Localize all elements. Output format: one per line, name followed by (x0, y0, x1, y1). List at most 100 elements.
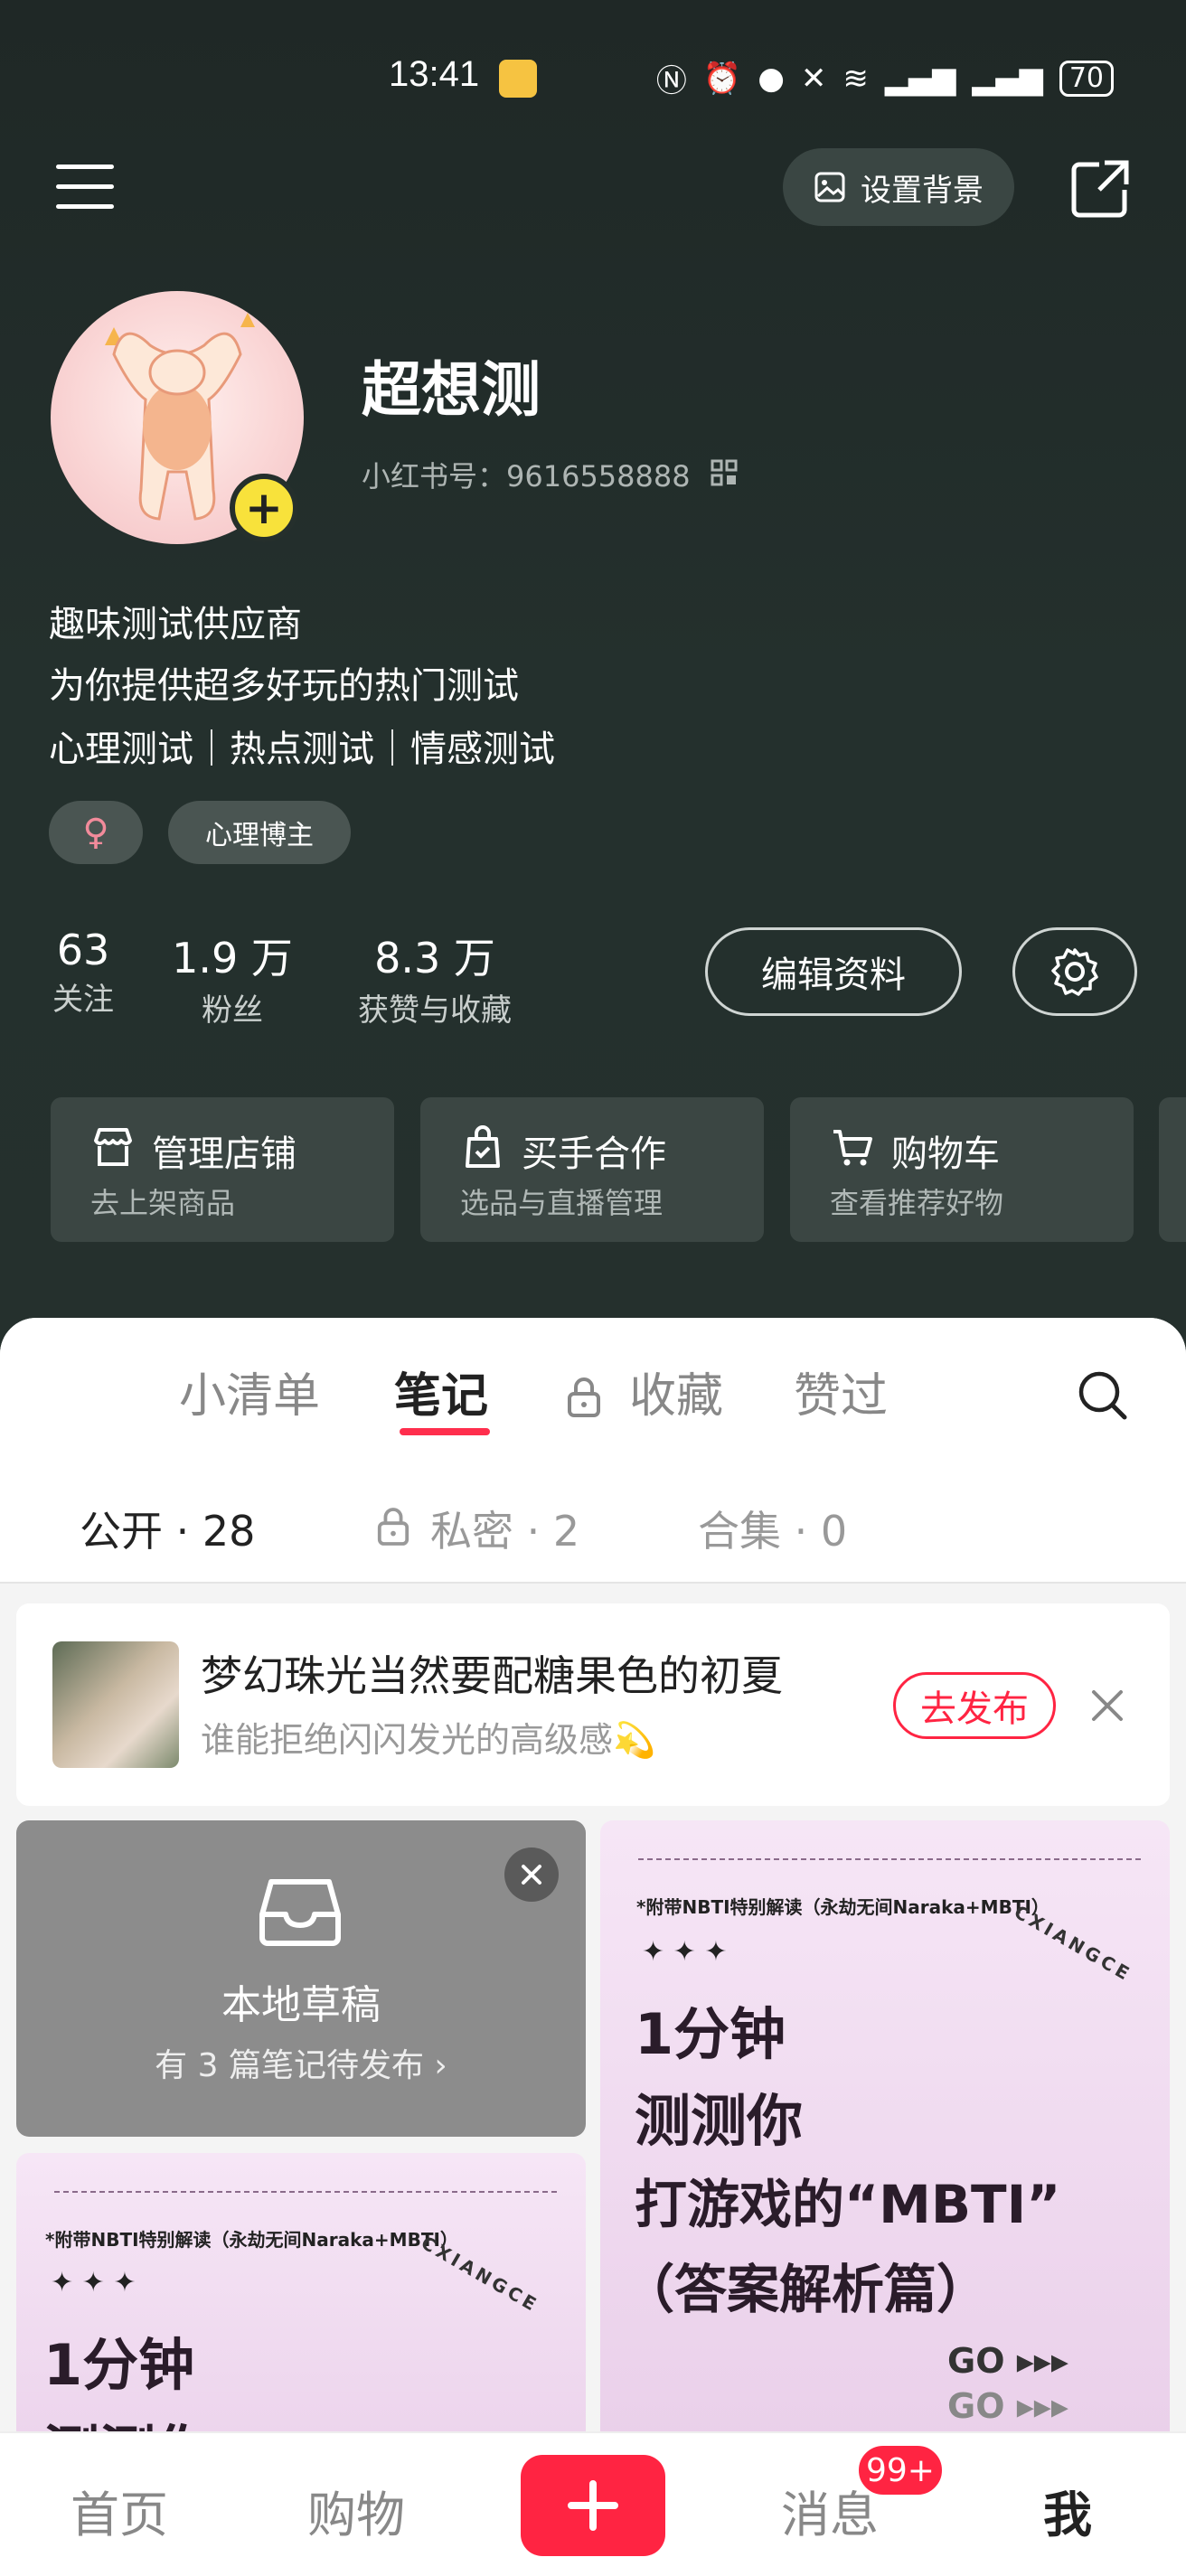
filter-count: · 2 (526, 1507, 580, 1556)
note-subheading: *附带NBTI特别解读（永劫无间Naraka+MBTI） (45, 2229, 458, 2251)
status-time: 13:41 (389, 54, 480, 94)
bag-icon (466, 1125, 500, 1168)
decor-dash (638, 1858, 1141, 1860)
share-icon[interactable] (1068, 157, 1132, 221)
battery-indicator: 70 (1059, 60, 1114, 97)
lock-icon (568, 1377, 600, 1417)
publish-prompt-banner[interactable]: 梦幻珠光当然要配糖果色的初夏 谁能拒绝闪闪发光的高级感💫 去发布 (16, 1603, 1170, 1806)
search-icon[interactable] (1076, 1368, 1130, 1423)
tab-list[interactable]: 小清单 (179, 1358, 320, 1425)
gear-icon (1051, 948, 1098, 996)
card-title: 买手合作 (522, 1133, 666, 1175)
filter-count: · 28 (175, 1507, 256, 1556)
note-headline-3: 打游戏的“MBTI” (635, 2174, 1061, 2235)
bio-line: 趣味测试供应商 (49, 604, 302, 645)
card-title: 购物车 (891, 1133, 1000, 1175)
card-subtitle: 选品与直播管理 (460, 1186, 664, 1220)
bottom-navigation: 首页 购物 消息 99+ 我 (0, 2431, 1186, 2576)
alarm-icon: ⏰ (702, 60, 742, 97)
go-label: GO ▸▸▸ (947, 2341, 1068, 2381)
store-icon (94, 1128, 132, 1166)
note-headline-1: 1分钟 (43, 2332, 195, 2398)
stat-value: 63 (56, 926, 110, 974)
qr-code-icon[interactable] (711, 459, 738, 486)
settings-button[interactable] (1012, 927, 1137, 1016)
close-icon[interactable] (1088, 1687, 1126, 1725)
nav-home[interactable]: 首页 (71, 2475, 168, 2546)
stat-value: 8.3 万 (374, 934, 495, 982)
note-subheading: *附带NBTI特别解读（永劫无间Naraka+MBTI） (636, 1896, 1050, 1918)
content-tabs: 小清单 笔记 收藏 赞过 (0, 1318, 1186, 1457)
local-drafts-card[interactable]: 本地草稿 有 3 篇笔记待发布 › (16, 1820, 586, 2137)
add-avatar-button[interactable]: + (230, 474, 298, 542)
stat-likes-collects[interactable]: 8.3 万 获赞与收藏 (340, 926, 530, 1029)
banner-subtitle: 谁能拒绝闪闪发光的高级感💫 (201, 1720, 656, 1760)
filter-label: 合集 (698, 1507, 781, 1556)
message-count-badge: 99+ (855, 2442, 946, 2498)
close-button[interactable] (504, 1847, 559, 1902)
category-tag: 心理博主 (168, 801, 351, 864)
manage-store-card[interactable]: 管理店铺 去上架商品 (51, 1097, 394, 1242)
menu-icon[interactable] (56, 161, 114, 210)
tab-collections[interactable]: 收藏 (629, 1358, 723, 1425)
banner-thumbnail (52, 1641, 179, 1768)
stat-label: 粉丝 (202, 992, 263, 1029)
nav-me[interactable]: 我 (1043, 2475, 1092, 2546)
cart-icon (833, 1130, 872, 1166)
set-background-button[interactable]: 设置背景 (783, 148, 1014, 226)
card-title: 管理店铺 (152, 1133, 296, 1175)
stat-following[interactable]: 63 关注 (38, 926, 128, 1019)
note-headline-1: 1分钟 (635, 2001, 786, 2067)
stat-value: 1.9 万 (172, 934, 293, 982)
signal-icon: ▂▄▆ (884, 60, 956, 97)
cart-card[interactable]: 购物车 查看推荐好物 (790, 1097, 1134, 1242)
more-card-peek[interactable] (1159, 1097, 1186, 1242)
active-tab-indicator (400, 1428, 490, 1435)
location-icon: ● (758, 60, 785, 97)
weibo-icon (499, 60, 537, 98)
buyer-cooperation-card[interactable]: 买手合作 选品与直播管理 (420, 1097, 764, 1242)
bio-line: 心理测试｜热点测试｜情感测试 (49, 729, 555, 770)
filter-albums[interactable]: 合集 · 0 (698, 1499, 847, 1558)
bio-line: 为你提供超多好玩的热门测试 (49, 665, 519, 707)
draft-subtitle: 有 3 篇笔记待发布 › (155, 2047, 447, 2084)
wifi-icon: ≋ (842, 60, 869, 97)
decor-dash (54, 2191, 557, 2193)
filter-count: · 0 (794, 1507, 848, 1556)
tab-notes[interactable]: 笔记 (394, 1358, 488, 1425)
set-background-label: 设置背景 (861, 172, 984, 209)
stat-label: 关注 (52, 982, 114, 1018)
draft-title: 本地草稿 (221, 1982, 381, 2028)
lock-icon (377, 1508, 409, 1546)
signal-icon: ▂▄▆ (972, 60, 1043, 97)
filter-label: 公开 (80, 1507, 163, 1556)
image-icon (814, 172, 845, 202)
mute-icon: ✕ (800, 60, 827, 97)
edit-profile-button[interactable]: 编辑资料 (705, 927, 962, 1016)
gender-badge: ♀ (49, 801, 143, 864)
close-icon (522, 1865, 541, 1885)
banner-title: 梦幻珠光当然要配糖果色的初夏 (201, 1651, 783, 1700)
red-id: 小红书号：9616558888 (362, 459, 691, 494)
status-icons: Ⓝ ⏰ ● ✕ ≋ ▂▄▆ ▂▄▆ 70 (656, 56, 1114, 100)
brand-label: CXIANGCE (417, 2231, 543, 2317)
note-filter-tabs: 公开 · 28 私密 · 2 合集 · 0 (0, 1455, 1186, 1584)
note-card[interactable]: *附带NBTI特别解读（永劫无间Naraka+MBTI） ✦ ✦ ✦ CXIAN… (600, 1820, 1170, 2444)
profile-name: 超想测 (362, 355, 541, 425)
note-headline-2: 测测你 (635, 2088, 804, 2154)
note-headline-4: （答案解析篇） (622, 2259, 990, 2320)
stat-label: 获赞与收藏 (358, 992, 512, 1029)
star-decor: ✦ ✦ ✦ (642, 1936, 728, 1968)
brand-label: CXIANGCE (1010, 1900, 1136, 1987)
go-publish-button[interactable]: 去发布 (893, 1672, 1056, 1739)
card-subtitle: 查看推荐好物 (830, 1186, 1004, 1220)
inbox-icon (259, 1879, 341, 1946)
filter-public[interactable]: 公开 · 28 (80, 1499, 255, 1558)
create-post-button[interactable] (521, 2455, 665, 2556)
stat-followers[interactable]: 1.9 万 粉丝 (165, 926, 300, 1029)
nfc-icon: Ⓝ (655, 63, 687, 99)
filter-private[interactable]: 私密 · 2 (430, 1499, 579, 1558)
tab-liked[interactable]: 赞过 (794, 1358, 888, 1425)
nav-shop[interactable]: 购物 (307, 2475, 405, 2546)
card-subtitle: 去上架商品 (90, 1186, 236, 1220)
